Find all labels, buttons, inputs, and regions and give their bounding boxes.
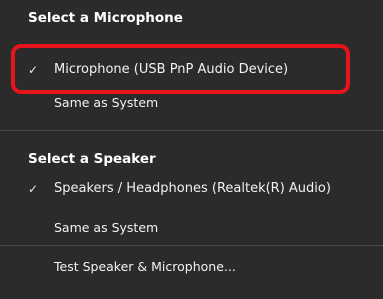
menu-item-label: Speakers / Headphones (Realtek(R) Audio) xyxy=(54,181,331,196)
select-speaker-heading: Select a Speaker xyxy=(28,151,156,167)
menu-item-usb-microphone[interactable]: ✓ Microphone (USB PnP Audio Device) xyxy=(0,55,383,85)
menu-item-label: Same as System xyxy=(54,220,159,235)
select-microphone-heading: Select a Microphone xyxy=(28,10,183,26)
checkmark-icon: ✓ xyxy=(28,182,39,196)
divider xyxy=(0,245,383,246)
menu-item-label: Test Speaker & Microphone... xyxy=(54,259,236,274)
menu-item-mic-same-as-system[interactable]: Same as System xyxy=(0,88,383,118)
menu-item-label: Microphone (USB PnP Audio Device) xyxy=(54,62,289,77)
divider xyxy=(0,130,383,131)
menu-item-label: Same as System xyxy=(54,95,159,110)
audio-settings-menu: Select a Microphone ✓ Microphone (USB Pn… xyxy=(0,0,383,299)
menu-item-speaker-same-as-system[interactable]: Same as System xyxy=(0,213,383,243)
menu-item-test-speaker-microphone[interactable]: Test Speaker & Microphone... xyxy=(0,252,383,282)
menu-item-realtek-speakers[interactable]: ✓ Speakers / Headphones (Realtek(R) Audi… xyxy=(0,174,383,204)
checkmark-icon: ✓ xyxy=(28,63,39,77)
